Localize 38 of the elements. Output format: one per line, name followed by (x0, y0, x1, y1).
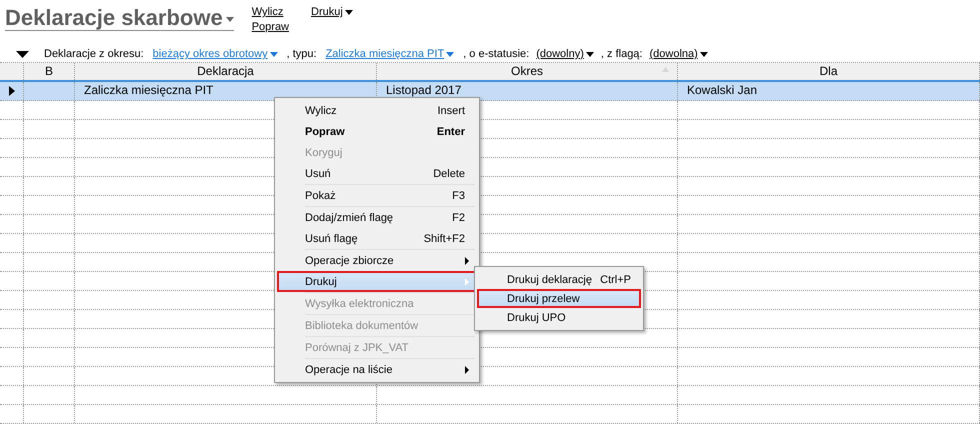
menu-item[interactable]: Drukuj UPO (477, 308, 641, 327)
menu-item[interactable]: Operacje zbiorcze (277, 250, 477, 271)
action-link[interactable]: Popraw (252, 21, 289, 33)
sort-icon (662, 67, 669, 72)
menu-item[interactable]: Dodaj/zmień flagę F2 (277, 207, 477, 228)
action-dropdown[interactable]: Drukuj (311, 6, 353, 18)
submenu-arrow-icon (465, 366, 469, 374)
filter-label: , typu: (286, 48, 317, 60)
submenu-arrow-icon (465, 278, 469, 286)
menu-item[interactable]: Usuń flagę Shift+F2 (277, 228, 477, 249)
menu-item[interactable]: Pokaż F3 (277, 185, 477, 206)
table-cell: Kowalski Jan (687, 83, 758, 97)
action-link[interactable]: Wylicz (252, 6, 289, 18)
table-cell: Zaliczka miesięczna PIT (84, 83, 214, 97)
menu-item[interactable]: Drukuj deklarację Ctrl+P (477, 270, 641, 289)
column-header[interactable]: Okres (377, 63, 678, 80)
filter-label: , z flagą: (600, 48, 642, 60)
filter-dropdown[interactable]: (dowolna) (649, 48, 708, 60)
page-title[interactable]: Deklaracje skarbowe (5, 6, 234, 31)
row-pointer-icon (9, 86, 15, 96)
filter-dropdown[interactable]: (dowolny) (536, 48, 594, 60)
menu-item[interactable]: Popraw Enter (277, 121, 477, 142)
table-cell: Listopad 2017 (386, 83, 462, 97)
menu-item[interactable]: Drukuj (277, 271, 477, 292)
submenu-arrow-icon (465, 257, 469, 265)
filter-dropdown[interactable]: Zaliczka miesięczna PIT (326, 48, 454, 60)
table-row[interactable]: Zaliczka miesięczna PIT Listopad 2017 Kowalski Jan (0, 82, 980, 101)
collapse-icon[interactable] (16, 50, 29, 58)
filter-label: Deklaracje z okresu: (44, 48, 144, 60)
menu-item[interactable]: Usuń Delete (277, 163, 477, 184)
column-header[interactable]: Deklaracja (75, 63, 377, 80)
menu-item[interactable]: Operacje na liście (277, 359, 477, 380)
filter-label: , o e-statusie: (463, 48, 530, 60)
menu-item[interactable]: Drukuj przelew (477, 289, 641, 308)
menu-item[interactable]: Wylicz Insert (277, 100, 477, 121)
filter-dropdown[interactable]: bieżący okres obrotowy (152, 48, 278, 60)
column-header[interactable]: B (24, 63, 75, 80)
column-header[interactable]: Dla (678, 63, 980, 80)
